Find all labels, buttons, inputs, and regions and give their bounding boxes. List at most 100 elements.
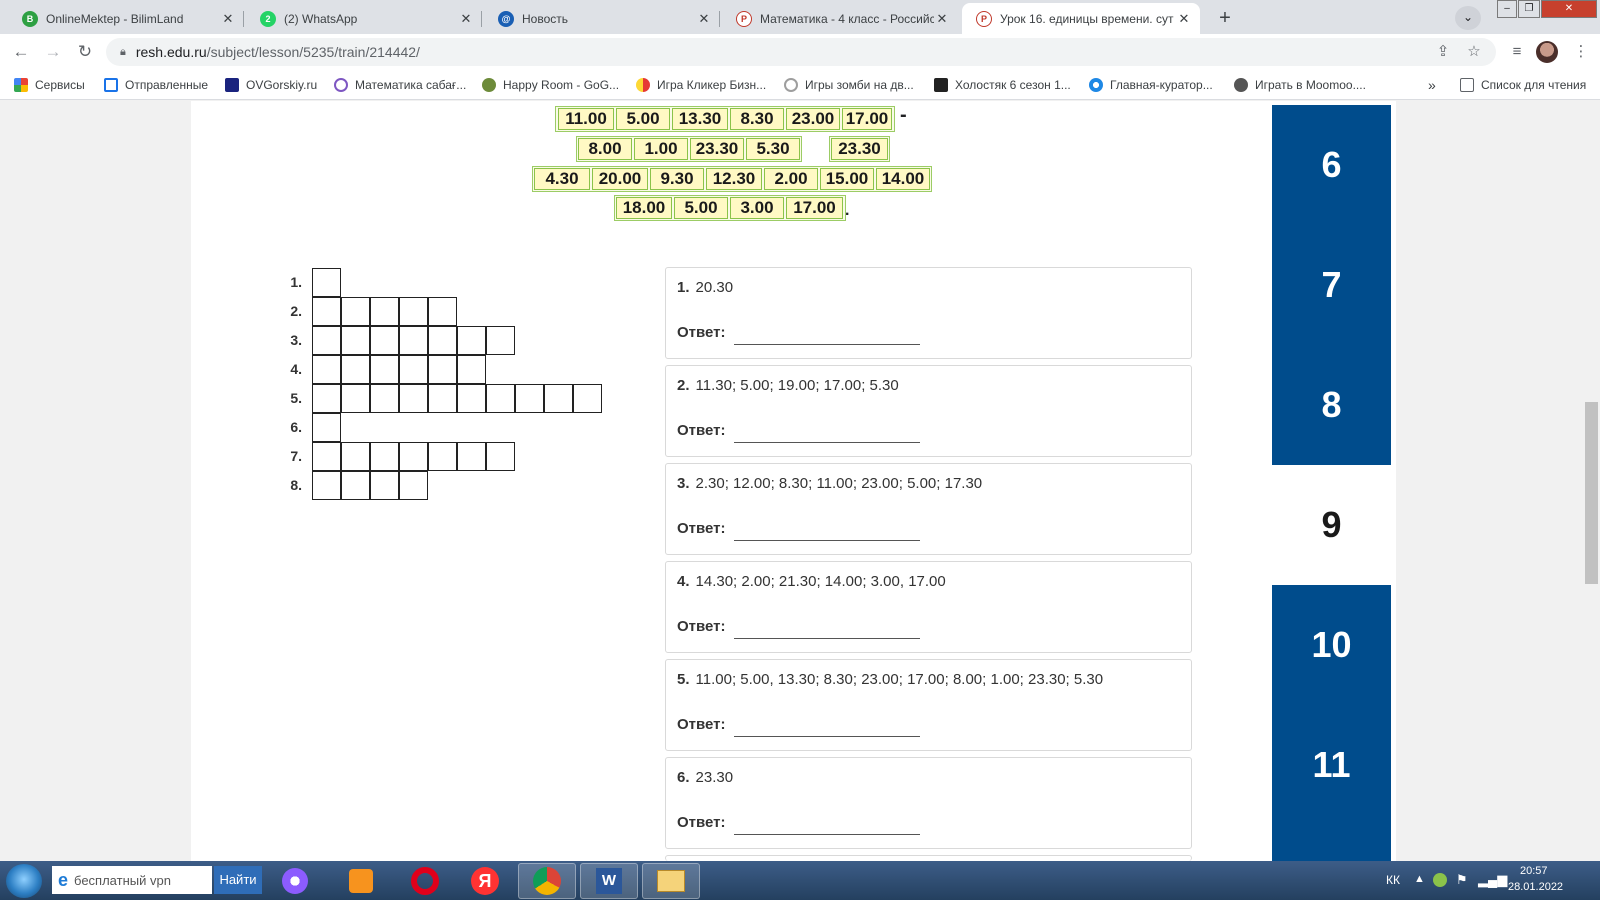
bookmark-moomoo[interactable]: Играть в Moomoo.... [1234,76,1366,94]
crossword-cell[interactable] [399,384,428,413]
answer-input[interactable] [734,540,920,541]
crossword-cell[interactable] [544,384,573,413]
crossword-cell[interactable] [370,326,399,355]
flag-icon[interactable]: ⚑ [1456,872,1468,888]
close-icon[interactable]: ✕ [458,11,474,27]
bookmark-holostyak[interactable]: Холостяк 6 сезон 1... [934,76,1071,94]
crossword-cell[interactable] [312,355,341,384]
chrome-icon[interactable] [518,863,576,899]
address-bar[interactable]: 🔒︎ resh.edu.ru/subject/lesson/5235/train… [106,38,1496,66]
bookmark-servisy[interactable]: Сервисы [14,76,85,94]
crossword-cell[interactable] [399,297,428,326]
crossword-cell[interactable] [370,384,399,413]
bookmark-star-icon[interactable]: ☆ [1463,42,1485,64]
back-arrow-icon[interactable]: ← [8,39,34,65]
bookmark-kurator[interactable]: Главная-куратор... [1089,76,1213,94]
tab-urok-16[interactable]: Р Урок 16. единицы времени. сут ✕ [962,3,1200,34]
close-icon[interactable]: ✕ [220,11,236,27]
crossword-cell[interactable] [370,471,399,500]
answer-input[interactable] [734,344,920,345]
tray-expand-icon[interactable]: ▲ [1414,873,1425,885]
scrollbar-thumb[interactable] [1585,402,1598,584]
taskbar-search-input[interactable]: e бесплатный vpn [52,866,212,894]
answer-input[interactable] [734,442,920,443]
crossword-cell[interactable] [515,384,544,413]
crossword-cell[interactable] [428,442,457,471]
task-nav-10[interactable]: 10 [1272,585,1391,705]
crossword-cell[interactable] [399,326,428,355]
task-nav-9[interactable]: 9 [1272,465,1391,585]
crossword-cell[interactable] [573,384,602,413]
share-icon[interactable]: ⇪ [1432,42,1454,64]
answer-input[interactable] [734,736,920,737]
task-nav-11[interactable]: 11 [1272,705,1391,861]
maximize-button[interactable]: ❐ [1518,0,1540,18]
crossword-cell[interactable] [312,413,341,442]
taskbar-find-button[interactable]: Найти [214,866,262,894]
minimize-button[interactable]: – [1497,0,1517,18]
crossword-cell[interactable] [312,326,341,355]
crossword-cell[interactable] [341,442,370,471]
menu-kebab-icon[interactable]: ⋮ [1570,42,1592,64]
crossword-cell[interactable] [457,355,486,384]
new-tab-button[interactable]: + [1212,6,1238,32]
crossword-cell[interactable] [341,384,370,413]
tab-matematika[interactable]: Р Математика - 4 класс - Российс ✕ [722,3,958,34]
crossword-cell[interactable] [370,355,399,384]
crossword-cell[interactable] [428,326,457,355]
crossword-cell[interactable] [428,384,457,413]
crossword-cell[interactable] [457,326,486,355]
tab-search-chevron-icon[interactable]: ⌄ [1455,6,1481,30]
crossword-cell[interactable] [341,326,370,355]
crossword-cell[interactable] [399,471,428,500]
bookmark-sent[interactable]: Отправленные [104,76,208,94]
alice-icon[interactable] [266,863,324,899]
reading-list[interactable]: Список для чтения [1460,76,1586,94]
start-button[interactable] [6,864,42,898]
close-icon[interactable]: ✕ [934,11,950,27]
forward-arrow-icon[interactable]: → [40,39,66,65]
window-close-button[interactable]: ✕ [1541,0,1597,18]
bookmark-happy-room[interactable]: Happy Room - GoG... [482,76,619,94]
close-icon[interactable]: ✕ [696,11,712,27]
task-nav-6[interactable]: 6 [1272,105,1391,225]
crossword-cell[interactable] [399,355,428,384]
crossword-cell[interactable] [341,355,370,384]
answer-input[interactable] [734,638,920,639]
crossword-cell[interactable] [486,384,515,413]
tab-bilimland[interactable]: B OnlineMektep - BilimLand ✕ [8,3,244,34]
crossword-cell[interactable] [341,297,370,326]
bookmark-kliker[interactable]: Игра Кликер Бизн... [636,76,766,94]
tab-whatsapp[interactable]: 2 (2) WhatsApp ✕ [246,3,482,34]
crossword-cell[interactable] [312,384,341,413]
close-icon[interactable]: ✕ [1176,11,1192,27]
bookmarks-overflow-button[interactable]: » [1428,76,1436,94]
explorer-folder-icon[interactable] [642,863,700,899]
reading-mode-icon[interactable]: ≡ [1506,42,1528,64]
crossword-cell[interactable] [341,471,370,500]
word-icon[interactable]: W [580,863,638,899]
network-icon[interactable]: ▂▄▆ [1478,872,1507,888]
crossword-cell[interactable] [370,442,399,471]
tray-app-icon[interactable] [1433,873,1447,887]
crossword-cell[interactable] [370,297,399,326]
crossword-cell[interactable] [457,442,486,471]
media-player-icon[interactable] [332,863,390,899]
answer-input[interactable] [734,834,920,835]
bookmark-matematika[interactable]: Математика сабағ... [334,76,466,94]
bookmark-ovgorskiy[interactable]: OVGorskiy.ru [225,76,317,94]
task-nav-7[interactable]: 7 [1272,225,1391,345]
task-nav-8[interactable]: 8 [1272,345,1391,465]
tab-novost[interactable]: @ Новость ✕ [484,3,720,34]
crossword-cell[interactable] [312,297,341,326]
yandex-browser-icon[interactable]: Я [456,863,514,899]
crossword-cell[interactable] [428,297,457,326]
language-indicator[interactable]: КК [1386,873,1400,887]
clock-date[interactable]: 28.01.2022 [1508,881,1563,893]
crossword-cell[interactable] [428,355,457,384]
crossword-cell[interactable] [312,471,341,500]
bookmark-zombie[interactable]: Игры зомби на дв... [784,76,914,94]
opera-icon[interactable] [396,863,454,899]
crossword-cell[interactable] [457,384,486,413]
reload-icon[interactable]: ↻ [72,39,98,65]
